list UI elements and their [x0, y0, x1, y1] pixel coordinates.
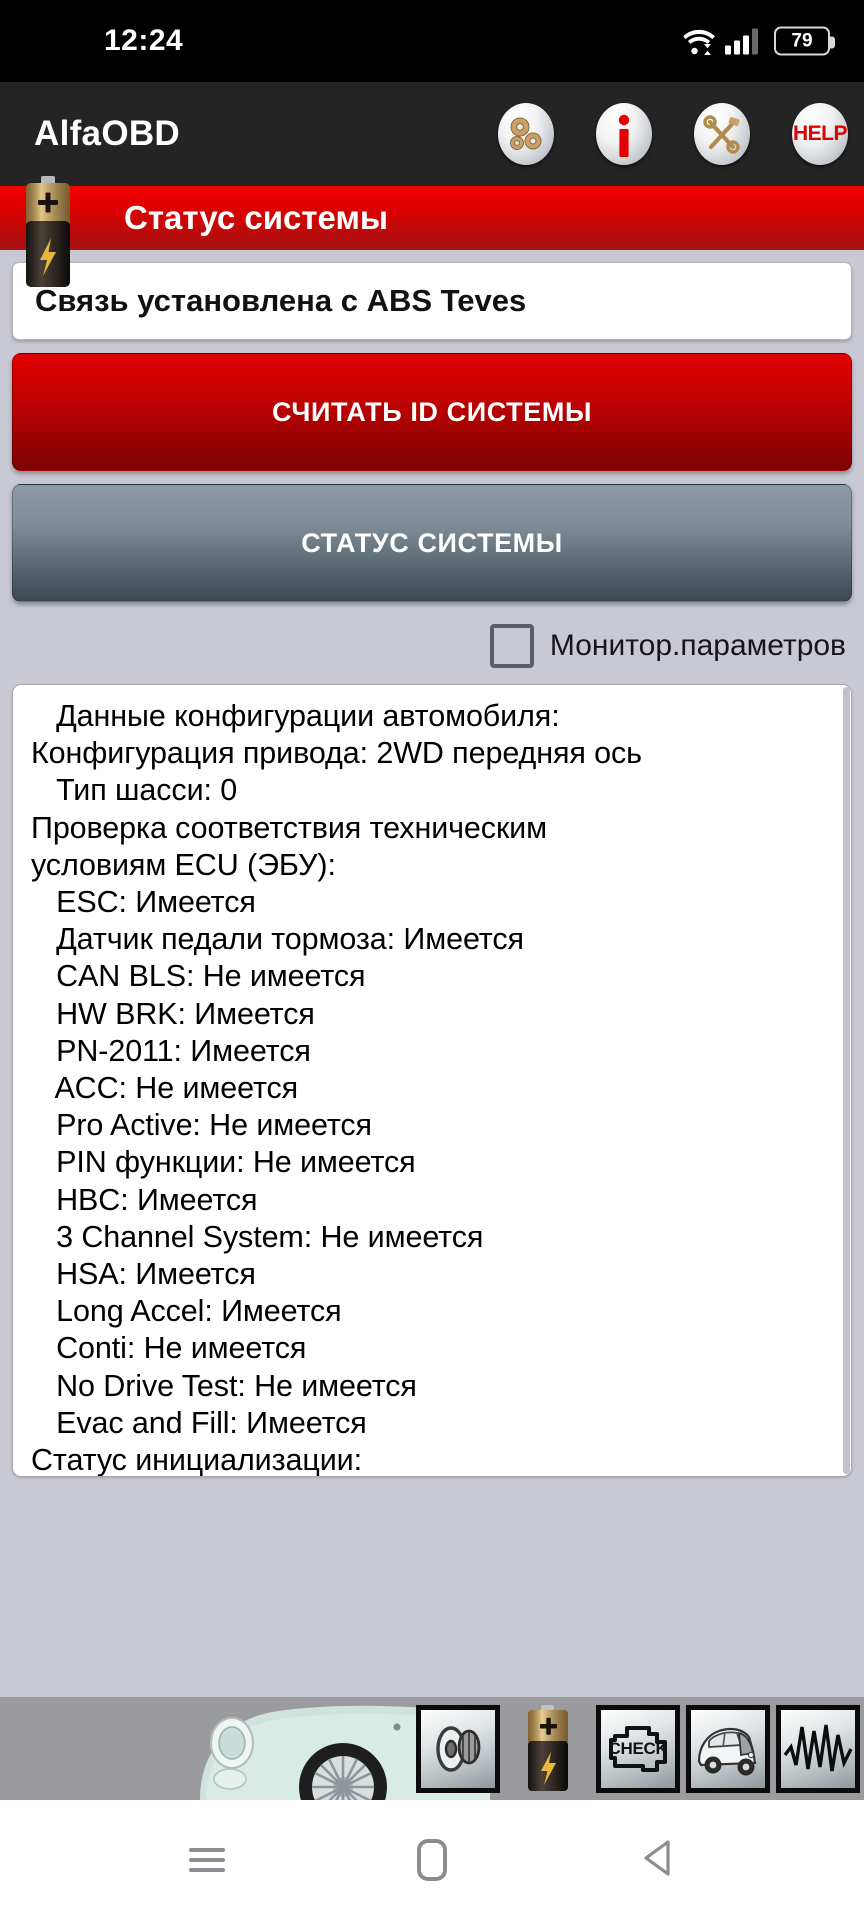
monitor-parameters-checkbox[interactable]: [489, 624, 534, 668]
log-line: Evac and Fill: Имеется: [31, 1405, 367, 1440]
page-title: Статус системы: [124, 199, 389, 236]
log-line: ESC: Имеется: [31, 885, 256, 920]
system-status-button[interactable]: СТАТУС СИСТЕМЫ: [12, 484, 852, 602]
monitor-parameters-row[interactable]: Монитор.параметров: [12, 620, 852, 672]
home-icon: [417, 1839, 447, 1881]
monitor-parameters-label: Монитор.параметров: [549, 629, 846, 662]
bottom-toolbar: CHECK: [0, 1697, 864, 1800]
toolbar-icons: CHECK: [416, 1704, 860, 1793]
battery-icon: [20, 176, 76, 291]
classic-car-icon[interactable]: [686, 1704, 770, 1793]
back-icon: [640, 1838, 674, 1883]
log-line: 3 Channel System: Не имеется: [31, 1219, 484, 1254]
nav-back-button[interactable]: [545, 1838, 770, 1883]
wifi-icon: [682, 27, 716, 55]
check-engine-icon[interactable]: CHECK: [596, 1704, 680, 1793]
log-line: Датчик педали тормоза: Имеется: [31, 922, 524, 957]
status-bar: 12:24 79: [0, 0, 864, 82]
log-line: HBC: Имеется: [31, 1182, 258, 1217]
help-label: HELP: [792, 122, 848, 145]
log-line: Pro Active: Не имеется: [31, 1108, 372, 1143]
log-line: Проверка соответствия техническим: [31, 810, 547, 845]
log-lines: Данные конфигурации автомобиля: Конфигура…: [31, 698, 833, 1477]
log-scrollbar[interactable]: [843, 687, 850, 1474]
log-line: Conti: Не имеется: [31, 1331, 307, 1366]
check-engine-label: CHECK: [609, 1739, 669, 1758]
help-icon[interactable]: HELP: [792, 103, 848, 165]
log-line: Тип шасси: 0: [31, 773, 238, 808]
log-line: ACC: Не имеется: [31, 1071, 299, 1106]
nav-menu-button[interactable]: [95, 1842, 320, 1878]
settings-gears-icon[interactable]: [498, 103, 554, 165]
log-line: Конфигурация привода: 2WD передняя ось: [31, 736, 642, 771]
app-bar-buttons: HELP: [498, 103, 848, 165]
android-nav-bar: [0, 1800, 864, 1920]
app-bar: AlfaOBD HELP: [0, 82, 864, 186]
status-bar-icons: 79: [682, 26, 835, 56]
log-line: Статус инициализации:: [31, 1443, 362, 1477]
system-log-panel[interactable]: Данные конфигурации автомобиля: Конфигура…: [12, 684, 852, 1477]
tools-icon[interactable]: [694, 103, 750, 165]
log-line: PIN функции: Не имеется: [31, 1145, 416, 1180]
log-line: Long Accel: Имеется: [31, 1294, 342, 1329]
log-line: No Drive Test: Не имеется: [31, 1368, 417, 1403]
log-line: HSA: Имеется: [31, 1257, 256, 1292]
log-line: Данные конфигурации автомобиля:: [31, 699, 560, 733]
battery-status-icon: 79: [774, 26, 835, 56]
brake-disc-icon[interactable]: [416, 1704, 500, 1793]
info-icon[interactable]: [596, 103, 652, 165]
waveform-icon[interactable]: [776, 1704, 860, 1793]
battery-level-text: 79: [791, 30, 813, 51]
main-content: Связь установлена с ABS Teves СЧИТАТЬ ID…: [0, 262, 864, 1477]
log-line: HW BRK: Имеется: [31, 996, 315, 1031]
battery-icon[interactable]: [506, 1704, 590, 1793]
nav-home-button[interactable]: [320, 1839, 545, 1881]
title-bar: Статус системы: [0, 176, 864, 287]
menu-icon: [189, 1842, 225, 1878]
log-line: CAN BLS: Не имеется: [31, 959, 366, 994]
app-title: AlfaOBD: [34, 114, 180, 153]
cellular-signal-icon: [725, 28, 758, 54]
connection-status-field: Связь установлена с ABS Teves: [12, 262, 852, 340]
read-system-id-button[interactable]: СЧИТАТЬ ID СИСТЕМЫ: [12, 353, 852, 471]
log-line: PN-2011: Имеется: [31, 1033, 311, 1068]
status-clock: 12:24: [104, 24, 184, 57]
log-line: условиям ECU (ЭБУ):: [31, 847, 336, 882]
